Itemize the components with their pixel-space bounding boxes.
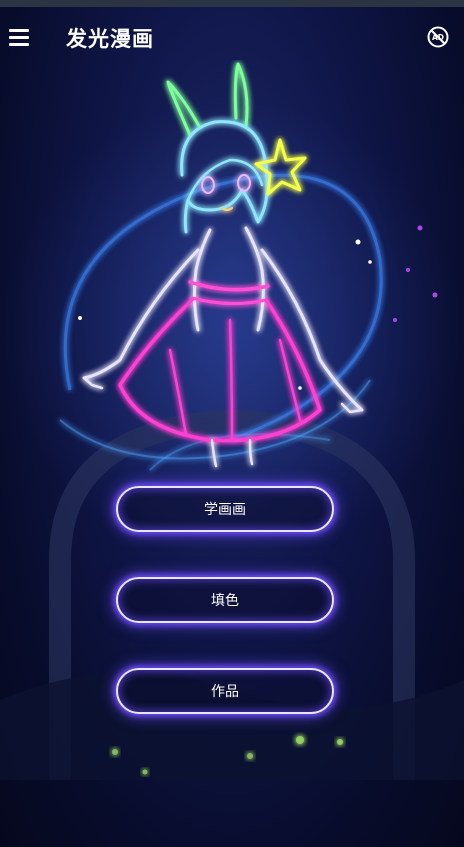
- hamburger-menu-icon[interactable]: [6, 25, 32, 49]
- app-title: 发光漫画: [66, 27, 154, 51]
- app-toolbar: 发光漫画 AD: [0, 7, 464, 67]
- no-ads-icon-text: AD: [432, 33, 444, 42]
- coloring-button[interactable]: 填色: [116, 577, 334, 623]
- no-ads-icon[interactable]: AD: [426, 25, 450, 49]
- my-works-button[interactable]: 作品: [116, 668, 334, 714]
- learn-drawing-button[interactable]: 学画画: [116, 486, 334, 532]
- status-bar: [0, 0, 464, 7]
